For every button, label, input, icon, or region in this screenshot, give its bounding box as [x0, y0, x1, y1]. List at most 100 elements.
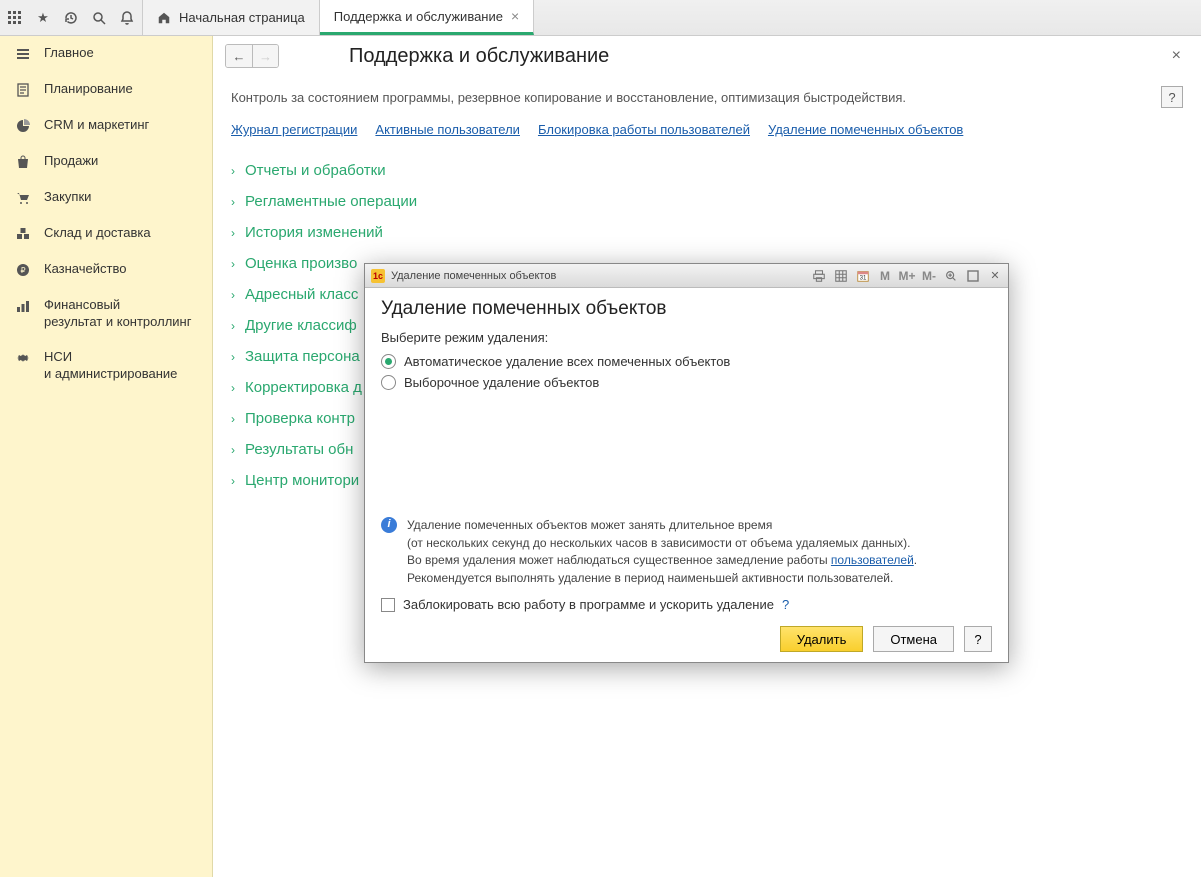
sidebar-item-label: CRM и маркетинг [44, 117, 149, 134]
sidebar: Главное Планирование CRM и маркетинг Про… [0, 36, 213, 877]
tab-close-icon[interactable]: × [511, 8, 519, 24]
sidebar-item-label: Планирование [44, 81, 133, 98]
radio-icon [381, 354, 396, 369]
nav-forward-button[interactable]: → [252, 45, 278, 67]
zoom-icon[interactable] [942, 268, 960, 284]
close-page-button[interactable]: × [1164, 47, 1189, 65]
chevron-right-icon: › [231, 195, 235, 209]
link-delete-marked[interactable]: Удаление помеченных объектов [768, 122, 963, 137]
history-icon[interactable] [62, 9, 80, 27]
bell-icon[interactable] [118, 9, 136, 27]
note-icon [14, 81, 32, 99]
help-button[interactable]: ? [1161, 86, 1183, 108]
cancel-button[interactable]: Отмена [873, 626, 954, 652]
table-icon[interactable] [832, 268, 850, 284]
info-line3: Во время удаления может наблюдаться суще… [407, 552, 917, 569]
section-label: Адресный класс [245, 286, 358, 303]
sidebar-item-label: Склад и доставка [44, 225, 151, 242]
tab-support[interactable]: Поддержка и обслуживание × [320, 0, 534, 35]
dialog-toolbar-icons: 31 M M+ M- ✕ [810, 268, 1004, 284]
memory-mplus-button[interactable]: M+ [898, 268, 916, 284]
sidebar-item-planning[interactable]: Планирование [0, 72, 212, 108]
section-routine[interactable]: › Регламентные операции [231, 186, 1183, 217]
sidebar-item-crm[interactable]: CRM и маркетинг [0, 108, 212, 144]
memory-m-button[interactable]: M [876, 268, 894, 284]
gear-icon [14, 349, 32, 367]
page-title: Поддержка и обслуживание [299, 45, 1144, 68]
delete-button[interactable]: Удалить [780, 626, 864, 652]
users-link[interactable]: пользователей [831, 553, 914, 567]
sidebar-item-treasury[interactable]: ₽ Казначейство [0, 252, 212, 288]
page-description-row: Контроль за состоянием программы, резерв… [231, 86, 1183, 108]
dialog-title: Удаление помеченных объектов [391, 270, 804, 282]
mode-label: Выберите режим удаления: [381, 330, 992, 345]
block-work-checkbox-row[interactable]: Заблокировать всю работу в программе и у… [381, 597, 992, 612]
main-header: ← → Поддержка и обслуживание × [213, 36, 1201, 76]
star-icon[interactable]: ★ [34, 9, 52, 27]
search-icon[interactable] [90, 9, 108, 27]
svg-text:31: 31 [860, 274, 867, 281]
link-log[interactable]: Журнал регистрации [231, 122, 357, 137]
home-icon [157, 11, 171, 25]
menu-icon [14, 45, 32, 63]
info-line2: (от нескольких секунд до нескольких часо… [407, 535, 917, 552]
sidebar-item-label: Продажи [44, 153, 98, 170]
sidebar-item-finresult[interactable]: Финансовый результат и контроллинг [0, 288, 212, 340]
sidebar-item-warehouse[interactable]: Склад и доставка [0, 216, 212, 252]
sidebar-item-label: НСИ и администрирование [44, 349, 177, 383]
link-active-users[interactable]: Активные пользователи [375, 122, 520, 137]
info-line3b: . [914, 553, 917, 567]
close-icon[interactable]: ✕ [986, 268, 1004, 284]
dialog-help-button[interactable]: ? [964, 626, 992, 652]
app-1c-icon: 1c [371, 269, 385, 283]
chevron-right-icon: › [231, 257, 235, 271]
memory-mminus-button[interactable]: M- [920, 268, 938, 284]
link-block-users[interactable]: Блокировка работы пользователей [538, 122, 750, 137]
radio-auto-delete[interactable]: Автоматическое удаление всех помеченных … [381, 351, 992, 372]
sidebar-item-purchases[interactable]: Закупки [0, 180, 212, 216]
calendar-icon[interactable]: 31 [854, 268, 872, 284]
section-history[interactable]: ›История изменений [231, 217, 1183, 248]
checkbox-icon[interactable] [381, 598, 395, 612]
sidebar-item-label: Главное [44, 45, 94, 62]
info-icon: i [381, 517, 397, 533]
maximize-icon[interactable] [964, 268, 982, 284]
info-block: i Удаление помеченных объектов может зан… [381, 517, 992, 587]
sidebar-item-main[interactable]: Главное [0, 36, 212, 72]
section-label: Регламентные операции [245, 193, 417, 210]
tab-support-label: Поддержка и обслуживание [334, 9, 503, 24]
top-toolbar: ★ Начальная страница Поддержка и обслужи… [0, 0, 1201, 36]
cart-icon [14, 189, 32, 207]
info-line4: Рекомендуется выполнять удаление в перио… [407, 570, 917, 587]
sidebar-item-nsi[interactable]: НСИ и администрирование [0, 340, 212, 392]
chart-icon [14, 297, 32, 315]
section-label: Центр монитори [245, 472, 359, 489]
apps-icon[interactable] [6, 9, 24, 27]
tab-home-label: Начальная страница [179, 10, 305, 25]
tab-home[interactable]: Начальная страница [143, 0, 320, 35]
dialog-body: Удаление помеченных объектов Выберите ре… [365, 288, 1008, 662]
section-label: История изменений [245, 224, 383, 241]
print-icon[interactable] [810, 268, 828, 284]
dialog-titlebar[interactable]: 1c Удаление помеченных объектов 31 M M+ … [365, 264, 1008, 288]
section-label: Другие классиф [245, 317, 357, 334]
section-label: Оценка произво [245, 255, 357, 272]
checkbox-help-icon[interactable]: ? [782, 597, 789, 612]
info-text: Удаление помеченных объектов может занят… [407, 517, 917, 587]
section-reports[interactable]: › Отчеты и обработки [231, 155, 1183, 186]
sidebar-item-label: Финансовый результат и контроллинг [44, 297, 191, 331]
section-label: Проверка контр [245, 410, 355, 427]
checkbox-label: Заблокировать всю работу в программе и у… [403, 597, 774, 612]
radio-label: Выборочное удаление объектов [404, 375, 599, 390]
section-label: Результаты обн [245, 441, 353, 458]
sidebar-item-sales[interactable]: Продажи [0, 144, 212, 180]
section-label: Защита персона [245, 348, 360, 365]
chevron-right-icon: › [231, 164, 235, 178]
chevron-right-icon: › [231, 443, 235, 457]
sidebar-item-label: Казначейство [44, 261, 126, 278]
radio-selective-delete[interactable]: Выборочное удаление объектов [381, 372, 992, 393]
page-description: Контроль за состоянием программы, резерв… [231, 90, 906, 105]
section-label: Отчеты и обработки [245, 162, 386, 179]
nav-back-button[interactable]: ← [226, 45, 252, 67]
pie-icon [14, 117, 32, 135]
